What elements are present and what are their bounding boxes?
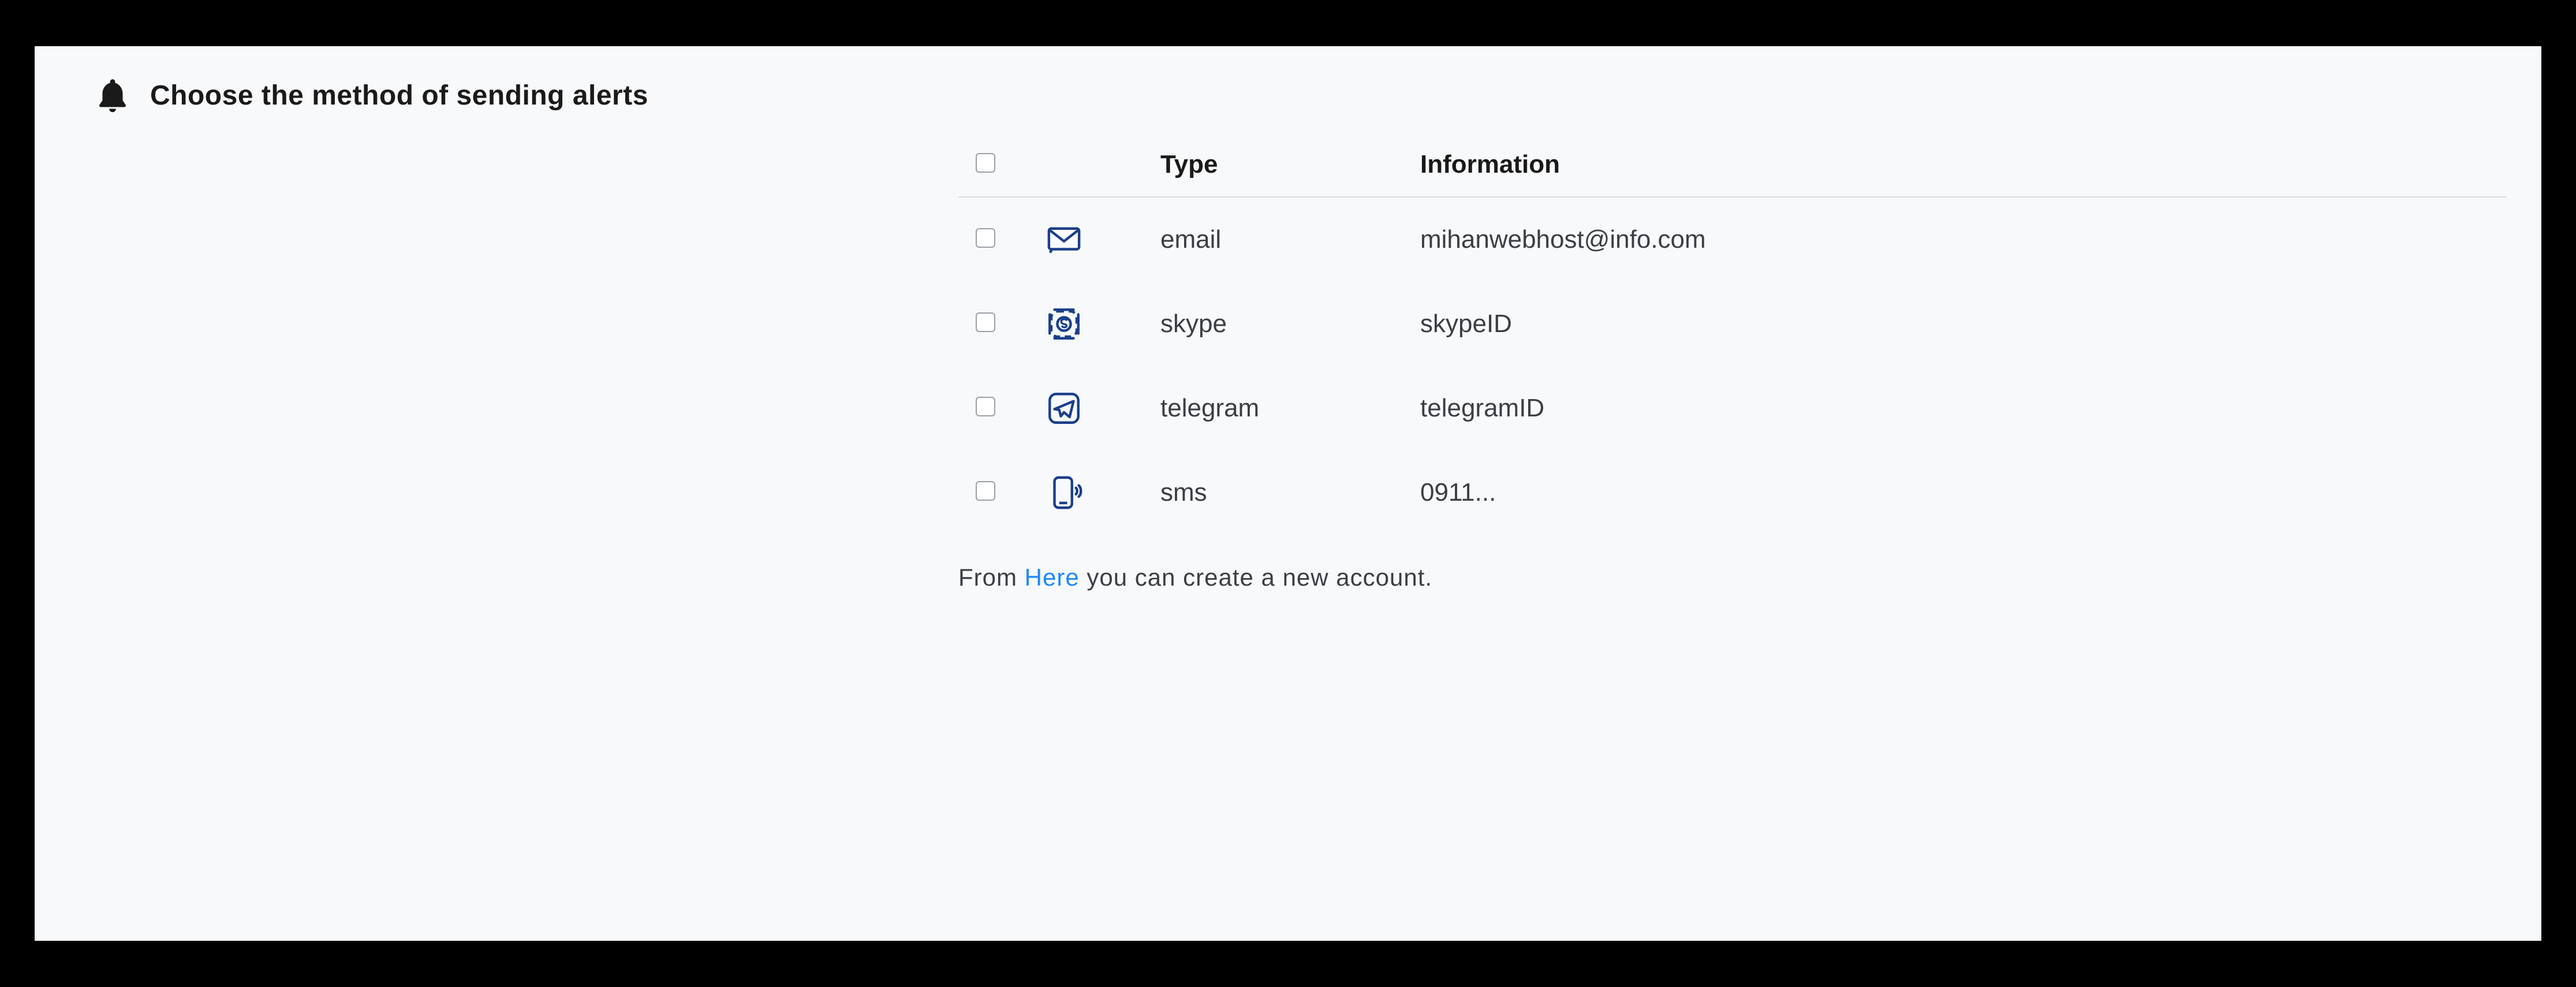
alerts-panel: Choose the method of sending alerts Type… [35,46,2541,941]
table-row: telegram telegramID [958,366,2507,450]
footer-line: From Here you can create a new account. [958,564,2507,591]
row-checkbox-telegram[interactable] [976,397,995,416]
row-type: sms [1143,450,1403,535]
create-account-link[interactable]: Here [1025,564,1080,591]
footer-prefix: From [958,564,1025,591]
row-type: email [1143,197,1403,282]
alerts-table: Type Information [958,139,2507,535]
table-row: email mihanwebhost@info.com [958,197,2507,282]
row-checkbox-sms[interactable] [976,481,995,501]
skype-icon [1045,305,1083,343]
row-type: telegram [1143,366,1403,450]
sms-icon [1045,474,1083,512]
row-info: mihanwebhost@info.com [1403,197,2507,282]
bell-icon [92,75,133,116]
row-info: telegramID [1403,366,2507,450]
row-type: skype [1143,282,1403,366]
telegram-icon [1045,389,1083,427]
row-info: 0911... [1403,450,2507,535]
email-icon [1045,221,1083,259]
col-header-info: Information [1403,139,2507,197]
row-checkbox-email[interactable] [976,228,995,248]
alerts-table-wrap: Type Information [958,139,2507,591]
row-checkbox-skype[interactable] [976,312,995,332]
panel-header: Choose the method of sending alerts [92,75,2507,116]
table-row: sms 0911... [958,450,2507,535]
table-row: skype skypeID [958,282,2507,366]
select-all-checkbox[interactable] [976,153,995,173]
row-info: skypeID [1403,282,2507,366]
footer-suffix: you can create a new account. [1080,564,1432,591]
col-header-type: Type [1143,139,1403,197]
panel-title: Choose the method of sending alerts [150,80,648,111]
